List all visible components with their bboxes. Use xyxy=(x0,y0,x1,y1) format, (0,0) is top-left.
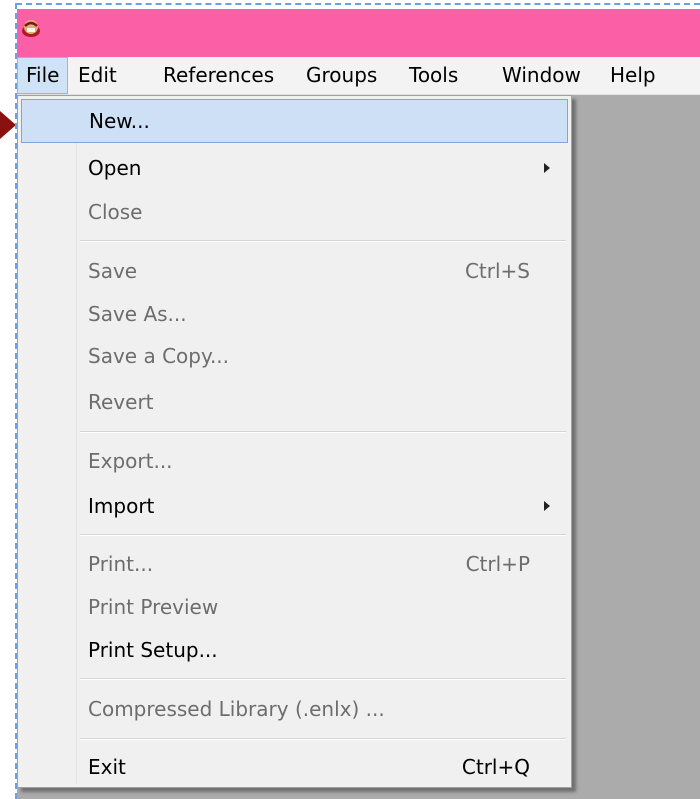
menu-item-export[interactable]: Export... xyxy=(21,439,568,483)
menu-item-close[interactable]: Close xyxy=(21,190,568,234)
menu-item-new[interactable]: New... xyxy=(21,99,568,143)
menu-item-open[interactable]: Open xyxy=(21,146,568,190)
menu-separator xyxy=(80,738,566,740)
submenu-arrow-icon xyxy=(544,501,550,511)
endnote-app-icon[interactable] xyxy=(20,17,42,39)
capture-outline xyxy=(15,3,17,799)
menu-item-label: Import xyxy=(88,494,155,518)
menu-separator xyxy=(80,678,566,680)
menu-item-shortcut: Ctrl+P xyxy=(465,552,530,576)
menu-file[interactable]: File xyxy=(17,57,69,94)
menu-item-label: Print Preview xyxy=(88,595,219,619)
menu-separator xyxy=(80,431,566,433)
menu-separator xyxy=(80,534,566,536)
menu-bar: File Edit References Groups Tools Window… xyxy=(17,57,700,95)
screenshot-root: File Edit References Groups Tools Window… xyxy=(0,0,700,799)
menu-references[interactable]: References xyxy=(155,57,282,94)
menu-item-label: New... xyxy=(89,109,150,133)
menu-item-exit[interactable]: Exit Ctrl+Q xyxy=(21,745,568,789)
menu-item-label: Save a Copy... xyxy=(88,344,230,368)
callout-arrow-icon xyxy=(0,111,16,139)
menu-item-label: Export... xyxy=(88,449,173,473)
menu-item-compressed-library[interactable]: Compressed Library (.enlx) ... xyxy=(21,687,568,731)
menu-item-label: Close xyxy=(88,200,143,224)
menu-item-shortcut: Ctrl+Q xyxy=(461,755,530,779)
menu-item-print[interactable]: Print... Ctrl+P xyxy=(21,542,568,586)
menu-edit[interactable]: Edit xyxy=(70,57,125,94)
menu-item-label: Print... xyxy=(88,552,154,576)
menu-item-shortcut: Ctrl+S xyxy=(464,259,530,283)
menu-item-print-setup[interactable]: Print Setup... xyxy=(21,628,568,672)
menu-item-label: Save As... xyxy=(88,302,187,326)
menu-window[interactable]: Window xyxy=(494,57,589,94)
menu-item-label: Exit xyxy=(88,755,126,779)
menu-help[interactable]: Help xyxy=(602,57,664,94)
file-menu-dropdown: New... Open Close Save Ctrl+S Save As...… xyxy=(17,95,572,788)
submenu-arrow-icon xyxy=(544,163,550,173)
menu-item-label: Open xyxy=(88,156,142,180)
title-bar xyxy=(17,9,700,57)
menu-item-label: Compressed Library (.enlx) ... xyxy=(88,697,385,721)
menu-item-label: Save xyxy=(88,259,138,283)
menu-item-save-a-copy[interactable]: Save a Copy... xyxy=(21,334,568,378)
menu-item-label: Print Setup... xyxy=(88,638,218,662)
menu-tools[interactable]: Tools xyxy=(401,57,466,94)
menu-groups[interactable]: Groups xyxy=(298,57,385,94)
menu-separator xyxy=(80,240,566,242)
menu-item-import[interactable]: Import xyxy=(21,484,568,528)
menu-item-print-preview[interactable]: Print Preview xyxy=(21,585,568,629)
menu-item-revert[interactable]: Revert xyxy=(21,380,568,424)
menu-item-save-as[interactable]: Save As... xyxy=(21,292,568,336)
capture-outline xyxy=(16,3,700,5)
menu-item-label: Revert xyxy=(88,390,154,414)
menu-item-save[interactable]: Save Ctrl+S xyxy=(21,249,568,293)
